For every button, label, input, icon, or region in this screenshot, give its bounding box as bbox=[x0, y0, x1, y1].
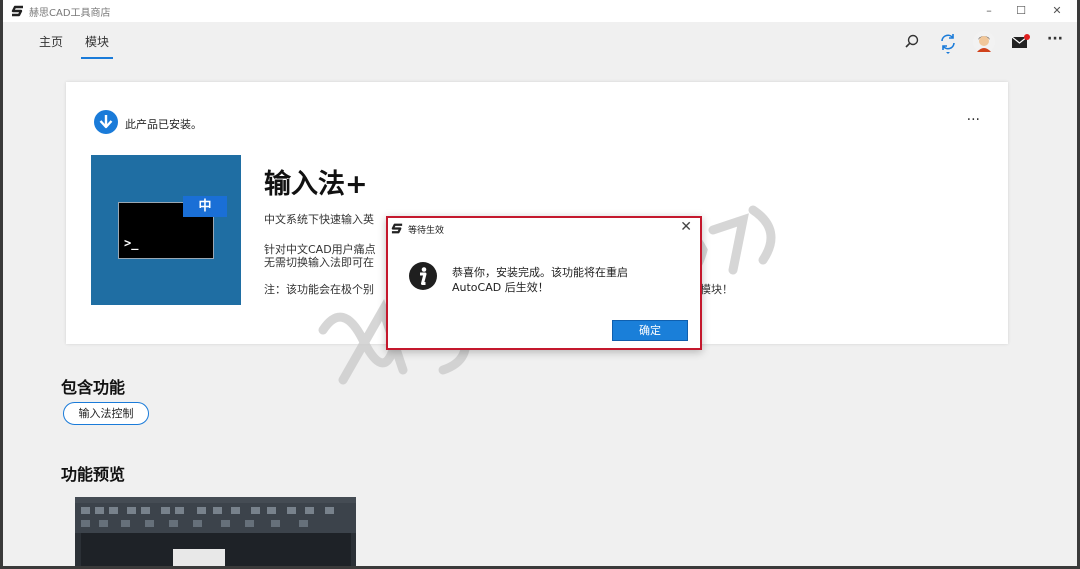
tab-modules[interactable]: 模块 bbox=[85, 33, 109, 50]
product-desc-line-3: 无需切换输入法即可在 bbox=[264, 256, 374, 269]
dialog-logo-icon bbox=[391, 223, 403, 234]
product-thumbnail: >_ 中 bbox=[91, 155, 241, 305]
preview-heading: 功能预览 bbox=[61, 465, 126, 484]
mail-icon[interactable] bbox=[1008, 30, 1032, 54]
feature-chip-ime-control[interactable]: 输入法控制 bbox=[63, 402, 149, 425]
chinese-badge: 中 bbox=[183, 196, 227, 217]
sync-icon[interactable] bbox=[936, 30, 960, 54]
product-desc-line-4: 注：该功能会在极个别 bbox=[264, 283, 374, 296]
search-icon[interactable] bbox=[900, 30, 924, 54]
terminal-prompt: >_ bbox=[124, 236, 139, 250]
title-bar: 赫思CAD工具商店 – ☐ ✕ bbox=[3, 0, 1077, 22]
preview-screenshot[interactable] bbox=[75, 497, 356, 566]
dialog-message-line-2: AutoCAD 后生效！ bbox=[452, 281, 549, 294]
preview-toolbar bbox=[75, 503, 356, 533]
dialog-message-line-1: 恭喜你，安装完成。该功能将在重启 bbox=[452, 266, 628, 279]
avatar[interactable] bbox=[972, 30, 996, 54]
nav-bar: 主页 模块 ··· bbox=[3, 22, 1077, 62]
features-heading: 包含功能 bbox=[61, 378, 126, 397]
nav-more-button[interactable]: ··· bbox=[1047, 31, 1063, 47]
dialog-close-button[interactable]: ✕ bbox=[680, 219, 692, 235]
installed-download-icon bbox=[94, 110, 118, 134]
info-icon bbox=[409, 262, 437, 290]
preview-popup bbox=[173, 549, 225, 566]
minimize-button[interactable]: – bbox=[975, 2, 1003, 20]
close-button[interactable]: ✕ bbox=[1043, 2, 1071, 20]
card-more-button[interactable]: ··· bbox=[967, 112, 980, 128]
pending-dialog: 等待生效 ✕ 恭喜你，安装完成。该功能将在重启 AutoCAD 后生效！ 确定 bbox=[386, 216, 702, 350]
product-title: 输入法+ bbox=[264, 169, 368, 200]
product-desc-line-1: 中文系统下快速输入英 bbox=[264, 213, 374, 226]
active-tab-indicator bbox=[81, 57, 113, 59]
window-title: 赫思CAD工具商店 bbox=[29, 8, 111, 19]
install-status: 此产品已安装。 bbox=[125, 118, 202, 131]
app-window: 赫思CAD工具商店 – ☐ ✕ 主页 模块 ··· 此产品已安装。 ··· >_… bbox=[3, 0, 1077, 566]
maximize-button[interactable]: ☐ bbox=[1007, 2, 1035, 20]
dialog-title: 等待生效 bbox=[408, 226, 445, 236]
dialog-ok-button[interactable]: 确定 bbox=[612, 320, 688, 341]
tab-home[interactable]: 主页 bbox=[39, 33, 63, 50]
app-logo-icon bbox=[11, 5, 23, 17]
